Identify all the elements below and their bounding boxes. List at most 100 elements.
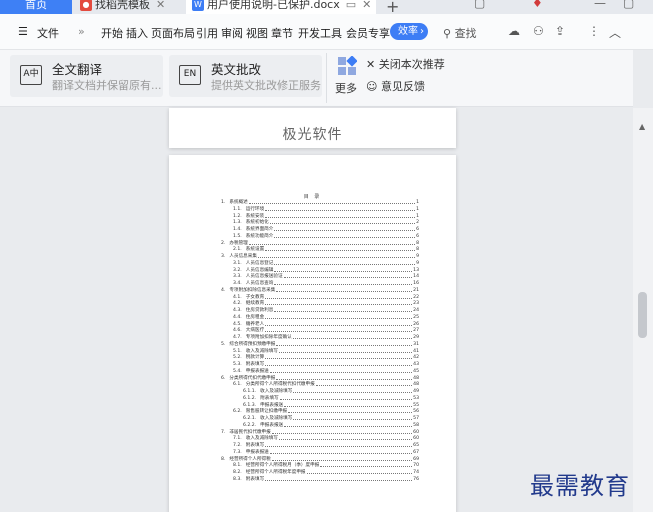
menu-reference[interactable]: 引用 xyxy=(196,25,218,41)
efficiency-badge[interactable]: 效率 › xyxy=(390,23,428,40)
vertical-scrollbar[interactable]: ▲ xyxy=(633,108,653,512)
close-icon: ✕ xyxy=(366,58,376,71)
efficiency-badge-label: 效率 xyxy=(398,26,418,37)
document-page[interactable]: 目 录 1. 系统概述 1 1.1. 运行环境 1 1.2. 系统安装 1 1.3. 系统初始化 2 1… xyxy=(169,155,456,512)
close-icon[interactable]: ✕ xyxy=(156,0,165,11)
word-doc-icon: W xyxy=(192,0,204,11)
ribbon-divider xyxy=(326,53,327,103)
minimize-icon[interactable]: — xyxy=(594,0,606,10)
menu-insert[interactable]: 插入 xyxy=(126,25,148,41)
english-icon: EN xyxy=(179,65,201,85)
toc-leader-dots xyxy=(306,469,413,474)
toc-leader-dots xyxy=(265,476,413,481)
tab-home[interactable]: 首页 xyxy=(0,0,72,14)
gift-icon[interactable]: ♦ xyxy=(532,0,543,10)
tab-document[interactable]: W 用户使用说明-已保护.docx ▭ ✕ xyxy=(186,0,376,14)
close-recommend-label: 关闭本次推荐 xyxy=(378,58,445,71)
toc-leader-dots xyxy=(293,388,413,393)
new-tab-button[interactable]: + xyxy=(386,0,399,14)
tab-template[interactable]: ● 找稻壳模板 ✕ xyxy=(80,0,165,14)
toc-entry-number: 2. xyxy=(221,240,226,246)
toc-leader-dots xyxy=(292,334,413,339)
toc-entry[interactable]: 8.3. 附表填写 76 xyxy=(233,476,419,483)
document-area[interactable]: 极光软件 目 录 1. 系统概述 1 1.1. 运行环境 1 1.2. 系统安装 1 1.3. 系统… xyxy=(0,108,633,512)
toc-leader-dots xyxy=(265,206,416,211)
toc-leader-dots xyxy=(265,246,416,252)
toc-leader-dots xyxy=(274,280,413,285)
toc-leader-dots xyxy=(257,253,416,258)
search-icon: ⚲ xyxy=(443,27,452,40)
toc-leader-dots xyxy=(276,287,413,292)
toc-entry-number: 6. xyxy=(221,375,226,381)
tab-bar: 首页 ● 找稻壳模板 ✕ W 用户使用说明-已保护.docx ▭ ✕ + ▢ ♦ — ▢ xyxy=(0,0,653,14)
toc-leader-dots xyxy=(276,341,413,346)
pin-icon[interactable]: ▭ xyxy=(346,0,356,11)
scroll-thumb[interactable] xyxy=(638,292,647,338)
menu-view[interactable]: 视图 xyxy=(246,25,268,41)
toc-leader-dots xyxy=(278,435,413,441)
menu-home[interactable]: 开始 xyxy=(101,25,123,41)
more-label[interactable]: 更多 xyxy=(335,80,357,96)
search-button[interactable]: ⚲ 查找 xyxy=(443,25,477,41)
layout-icon[interactable]: ▢ xyxy=(474,0,485,10)
toc-leader-dots xyxy=(278,348,413,353)
toc-leader-dots xyxy=(274,233,416,238)
daoke-icon: ● xyxy=(80,0,92,11)
menu-member[interactable]: 会员专享 xyxy=(346,25,390,41)
collapse-icon[interactable]: ︿ xyxy=(609,24,621,41)
cloud-icon[interactable]: ☁ xyxy=(508,24,520,38)
toc-leader-dots xyxy=(265,321,413,326)
toc-leader-dots xyxy=(265,314,413,319)
toc-entry-number: 5. xyxy=(221,341,226,347)
toc-entry-number: 4. xyxy=(221,287,226,293)
scroll-up-icon[interactable]: ▲ xyxy=(639,122,645,131)
more-apps-icon[interactable] xyxy=(337,56,357,76)
maximize-icon[interactable]: ▢ xyxy=(623,0,634,10)
user-add-icon[interactable]: ⚇ xyxy=(533,24,544,38)
menu-page-layout[interactable]: 页面布局 xyxy=(151,25,195,41)
full-translate-title: 全文翻译 xyxy=(52,62,103,77)
tab-template-label: 找稻壳模板 xyxy=(95,0,150,11)
toc-leader-dots xyxy=(248,199,416,204)
close-icon[interactable]: ✕ xyxy=(362,0,371,11)
search-label: 查找 xyxy=(454,27,477,40)
menu-chapter[interactable]: 章节 xyxy=(271,25,293,41)
toc-leader-dots xyxy=(293,415,413,420)
menu-bar: ☰ 文件 » 开始 插入 页面布局 引用 审阅 视图 章节 开发工具 会员专享 … xyxy=(0,14,653,50)
toc-leader-dots xyxy=(283,273,413,279)
toc-entry-number: 6.2. xyxy=(233,409,242,415)
toc-leader-dots xyxy=(279,395,413,400)
tab-document-label: 用户使用说明-已保护.docx xyxy=(207,0,340,11)
toc-leader-dots xyxy=(284,402,413,407)
translate-icon: A中 xyxy=(20,65,42,85)
toc-leader-dots xyxy=(248,240,416,245)
menu-developer[interactable]: 开发工具 xyxy=(298,25,342,41)
hamburger-icon[interactable]: ☰ xyxy=(18,25,28,38)
feedback-button[interactable]: ☺ 意见反馈 xyxy=(366,78,425,94)
toc-entry-number: 8. xyxy=(221,456,226,462)
menu-file[interactable]: 文件 xyxy=(37,25,59,41)
toc-leader-dots xyxy=(265,300,413,306)
toc-leader-dots xyxy=(274,260,416,265)
chevron-right-icon: › xyxy=(420,26,424,37)
toc-leader-dots xyxy=(265,354,413,360)
toc-leader-dots xyxy=(269,449,413,454)
page-header: 极光软件 xyxy=(282,127,343,143)
menu-overflow[interactable]: » xyxy=(78,25,85,38)
toc-leader-dots xyxy=(265,361,413,366)
toc-leader-dots xyxy=(265,213,416,218)
share-icon[interactable]: ⇪ xyxy=(555,24,565,38)
toc-leader-dots xyxy=(269,219,416,225)
feedback-icon: ☺ xyxy=(366,80,378,93)
english-correct-button[interactable]: EN 英文批改 提供英文批改修正服务 xyxy=(169,55,322,97)
toc-leader-dots xyxy=(271,429,413,434)
more-vertical-icon[interactable]: ⋮ xyxy=(588,24,600,38)
toc-leader-dots xyxy=(265,294,413,299)
toc-leader-dots xyxy=(274,307,413,312)
toc-leader-dots xyxy=(276,375,413,380)
toc-leader-dots xyxy=(315,381,413,387)
toc-entry-number: 1. xyxy=(221,200,226,205)
menu-review[interactable]: 审阅 xyxy=(221,25,243,41)
full-translate-button[interactable]: A中 全文翻译 翻译文档并保留原有... xyxy=(10,55,163,97)
close-recommend-button[interactable]: ✕ 关闭本次推荐 xyxy=(366,56,445,72)
